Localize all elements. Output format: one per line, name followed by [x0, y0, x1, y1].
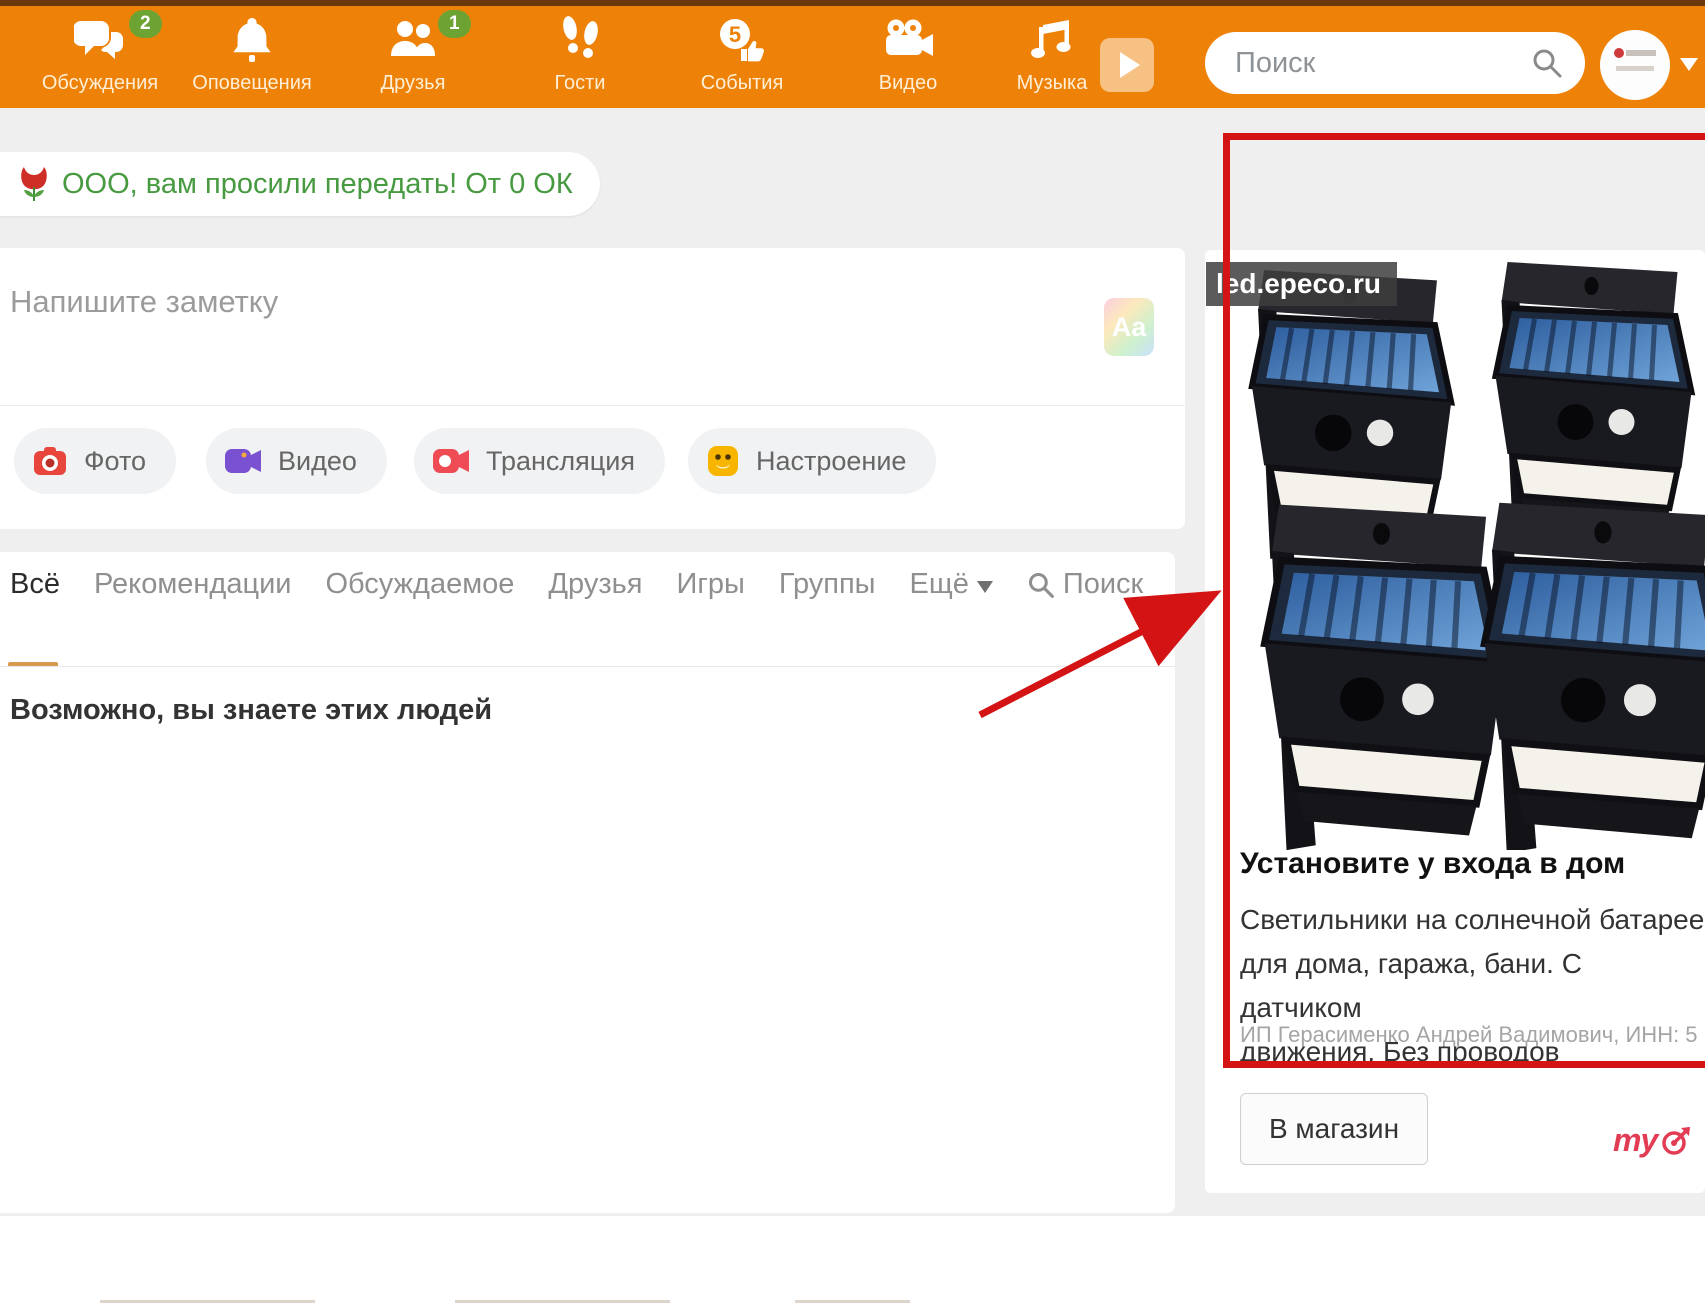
search-icon — [1027, 571, 1055, 599]
nav-item-video[interactable]: Видео — [833, 14, 983, 106]
footprints-icon — [555, 15, 605, 70]
tab-search[interactable]: Поиск — [1027, 568, 1143, 601]
note-input[interactable]: Напишите заметку — [10, 284, 278, 320]
shop-button[interactable]: В магазин — [1240, 1093, 1428, 1165]
action-label: Видео — [278, 446, 357, 477]
page: 2 Обсуждения Оповещения — [0, 0, 1705, 1308]
ad-card: led.epeco.ru Установите у входа в дом Св… — [1205, 250, 1705, 1193]
tab-friends[interactable]: Друзья — [548, 568, 642, 601]
nav-item-guests[interactable]: Гости — [505, 14, 655, 106]
action-label: Трансляция — [486, 446, 635, 477]
nav-label: События — [667, 72, 817, 95]
video-promo-button[interactable] — [1100, 38, 1154, 92]
svg-text:5: 5 — [729, 22, 741, 47]
tab-discussed[interactable]: Обсуждаемое — [325, 568, 514, 601]
feed-tabs: Всё Рекомендации Обсуждаемое Друзья Игры… — [10, 568, 1143, 601]
ad-product-image[interactable] — [1205, 250, 1705, 850]
discussions-badge: 2 — [129, 10, 162, 38]
nav-label: Друзья — [338, 72, 488, 95]
ad-description-line: для дома, гаража, бани. С датчиком — [1240, 942, 1705, 1030]
chat-bubbles-icon — [74, 16, 126, 69]
ad-title[interactable]: Установите у входа в дом — [1240, 847, 1625, 881]
top-navbar: 2 Обсуждения Оповещения — [0, 6, 1705, 108]
tab-all[interactable]: Всё — [10, 568, 60, 601]
bell-icon — [228, 15, 276, 70]
avatar[interactable] — [1600, 30, 1670, 100]
tab-groups[interactable]: Группы — [779, 568, 876, 601]
video-camera-icon — [881, 18, 935, 67]
divider — [0, 666, 1175, 667]
tab-games[interactable]: Игры — [676, 568, 744, 601]
nav-item-events[interactable]: 5 События — [667, 14, 817, 106]
nav-item-discussions[interactable]: 2 Обсуждения — [25, 14, 175, 106]
play-icon — [1120, 52, 1140, 78]
search-placeholder: Поиск — [1235, 32, 1315, 94]
nav-item-notifications[interactable]: Оповещения — [177, 14, 327, 106]
photo-camera-icon — [32, 445, 68, 477]
friends-icon — [387, 18, 439, 67]
page-bottom-edge — [795, 1300, 910, 1303]
ad-disclaimer: ИП Герасименко Андрей Вадимович, ИНН: 5 — [1240, 1022, 1700, 1048]
events-icon: 5 — [715, 15, 769, 70]
text-format-button[interactable]: Aa — [1104, 298, 1154, 356]
tab-more-label: Ещё — [910, 568, 969, 601]
target-arrow-icon — [1659, 1124, 1693, 1158]
nav-label: Гости — [505, 72, 655, 95]
ad-description-line: Светильники на солнечной батарее — [1240, 898, 1705, 942]
video-button[interactable]: Видео — [206, 428, 387, 494]
music-note-icon — [1029, 17, 1075, 68]
page-bottom-edge — [455, 1300, 670, 1303]
tulip-icon — [16, 163, 52, 205]
nav-label: Оповещения — [177, 72, 327, 95]
video-icon — [224, 446, 262, 476]
section-title: Возможно, вы знаете этих людей — [10, 694, 492, 727]
avatar-mark — [1614, 48, 1624, 58]
nav-label: Обсуждения — [25, 72, 175, 95]
nav-item-friends[interactable]: 1 Друзья — [338, 14, 488, 106]
avatar-mark — [1616, 66, 1654, 71]
ad-network-logo-text: my — [1613, 1122, 1657, 1159]
note-composer-card: Напишите заметку Aa Фото Видео — [0, 248, 1185, 529]
solar-lamp-image — [1463, 488, 1705, 850]
divider — [0, 405, 1185, 406]
search-icon — [1531, 47, 1563, 79]
nav-label: Видео — [833, 72, 983, 95]
feed-card: Всё Рекомендации Обсуждаемое Друзья Игры… — [0, 552, 1175, 1213]
smiley-icon — [706, 444, 740, 478]
ad-network-logo[interactable]: my — [1613, 1122, 1693, 1159]
broadcast-button[interactable]: Трансляция — [414, 428, 665, 494]
action-label: Настроение — [756, 446, 906, 477]
photo-button[interactable]: Фото — [14, 428, 176, 494]
notification-text: ООО, вам просили передать! От 0 ОК — [62, 152, 573, 216]
broadcast-icon — [432, 446, 470, 476]
gift-notification[interactable]: ООО, вам просили передать! От 0 ОК — [0, 152, 600, 216]
tab-recommendations[interactable]: Рекомендации — [94, 568, 291, 601]
tab-more[interactable]: Ещё — [910, 568, 993, 601]
action-label: Фото — [84, 446, 146, 477]
chevron-down-icon — [977, 581, 993, 593]
search-input[interactable]: Поиск — [1205, 32, 1585, 94]
profile-menu-caret[interactable] — [1680, 58, 1698, 71]
avatar-mark — [1626, 50, 1656, 56]
page-bottom-edge — [100, 1300, 315, 1303]
friends-badge: 1 — [438, 10, 471, 38]
ad-domain-label[interactable]: led.epeco.ru — [1206, 262, 1397, 306]
tab-search-label: Поиск — [1063, 568, 1143, 601]
mood-button[interactable]: Настроение — [688, 428, 936, 494]
